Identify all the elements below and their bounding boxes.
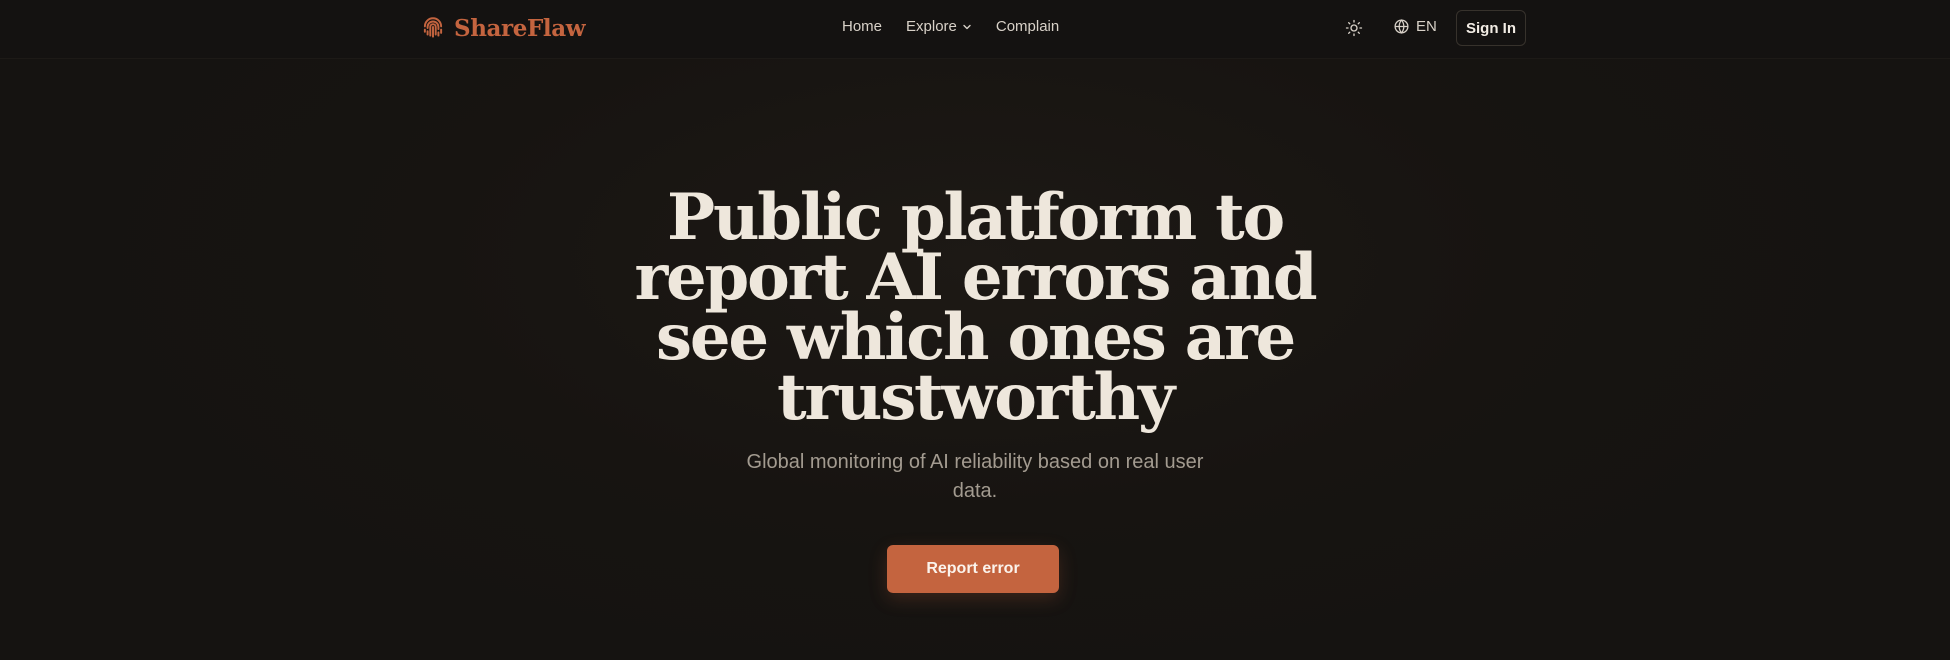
nav-explore-dropdown[interactable]: Explore xyxy=(906,18,972,35)
nav-complain[interactable]: Complain xyxy=(996,18,1059,35)
brand-logo-link[interactable]: ShareFlaw xyxy=(420,13,586,43)
page: ShareFlaw Home Explore Complain EN Sign … xyxy=(0,0,1950,660)
chevron-down-icon xyxy=(963,24,971,29)
main-nav: Home Explore Complain xyxy=(842,18,1059,35)
hero-title: Public platform to report AI errors and … xyxy=(634,180,1318,435)
sign-in-button[interactable]: Sign In xyxy=(1456,10,1526,46)
top-navbar: ShareFlaw Home Explore Complain EN Sign … xyxy=(0,0,1950,59)
nav-explore-label: Explore xyxy=(906,18,957,35)
hero-subtitle: Global monitoring of AI reliability base… xyxy=(746,451,1204,502)
globe-icon xyxy=(1394,19,1409,34)
report-error-button[interactable]: Report error xyxy=(887,545,1059,593)
theme-toggle-button[interactable] xyxy=(1343,17,1365,39)
brand-name: ShareFlaw xyxy=(454,14,586,42)
fingerprint-icon xyxy=(423,17,443,38)
nav-home[interactable]: Home xyxy=(842,18,882,35)
sun-icon xyxy=(1345,19,1363,37)
language-label: EN xyxy=(1416,18,1437,35)
language-selector[interactable]: EN xyxy=(1393,18,1437,35)
